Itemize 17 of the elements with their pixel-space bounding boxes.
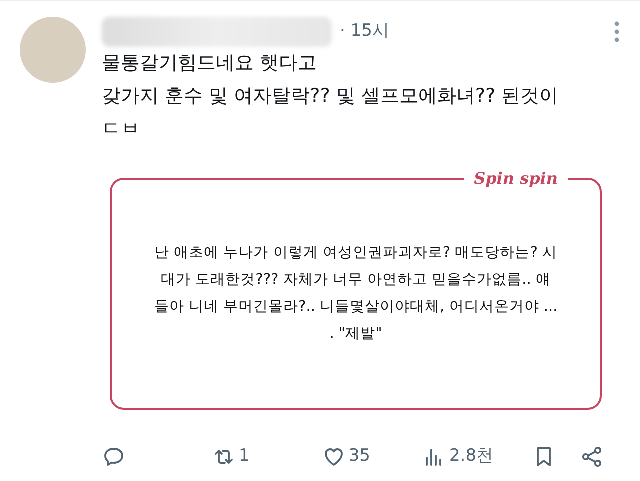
- card-text-line: 들아 니네 부머긴몰라?.. 니들몇살이야대체, 어디서온거야 ...: [154, 298, 558, 317]
- card-text-line: 난 애초에 누나가 이렇게 여성인권파괴자로? 매도당하는? 시: [154, 244, 558, 263]
- repost-button[interactable]: 1: [212, 444, 250, 470]
- like-button[interactable]: 35: [322, 444, 370, 470]
- action-count: 1: [239, 445, 250, 468]
- card-text-line: 대가 도래한것??? 자체가 너무 아연하고 믿을수가없름.. 얘: [160, 271, 552, 290]
- post-text-line: 갖가지 훈수 및 여자탈락?? 및 셀프모에화녀?? 된것이: [102, 84, 560, 109]
- views-button[interactable]: 2.8천: [422, 444, 494, 470]
- action-count: 35: [348, 445, 370, 468]
- post-text-line: ㄷㅂ: [102, 117, 141, 142]
- more-icon[interactable]: [614, 21, 620, 43]
- share-button[interactable]: [580, 444, 604, 469]
- post-text-line: 물통갈기힘드네요 햇다고: [102, 51, 318, 76]
- action-count: 2.8천: [449, 445, 494, 468]
- post-time[interactable]: · 15시: [340, 19, 390, 45]
- card-text-line: . "제발": [328, 325, 384, 344]
- share-icon: [580, 444, 604, 469]
